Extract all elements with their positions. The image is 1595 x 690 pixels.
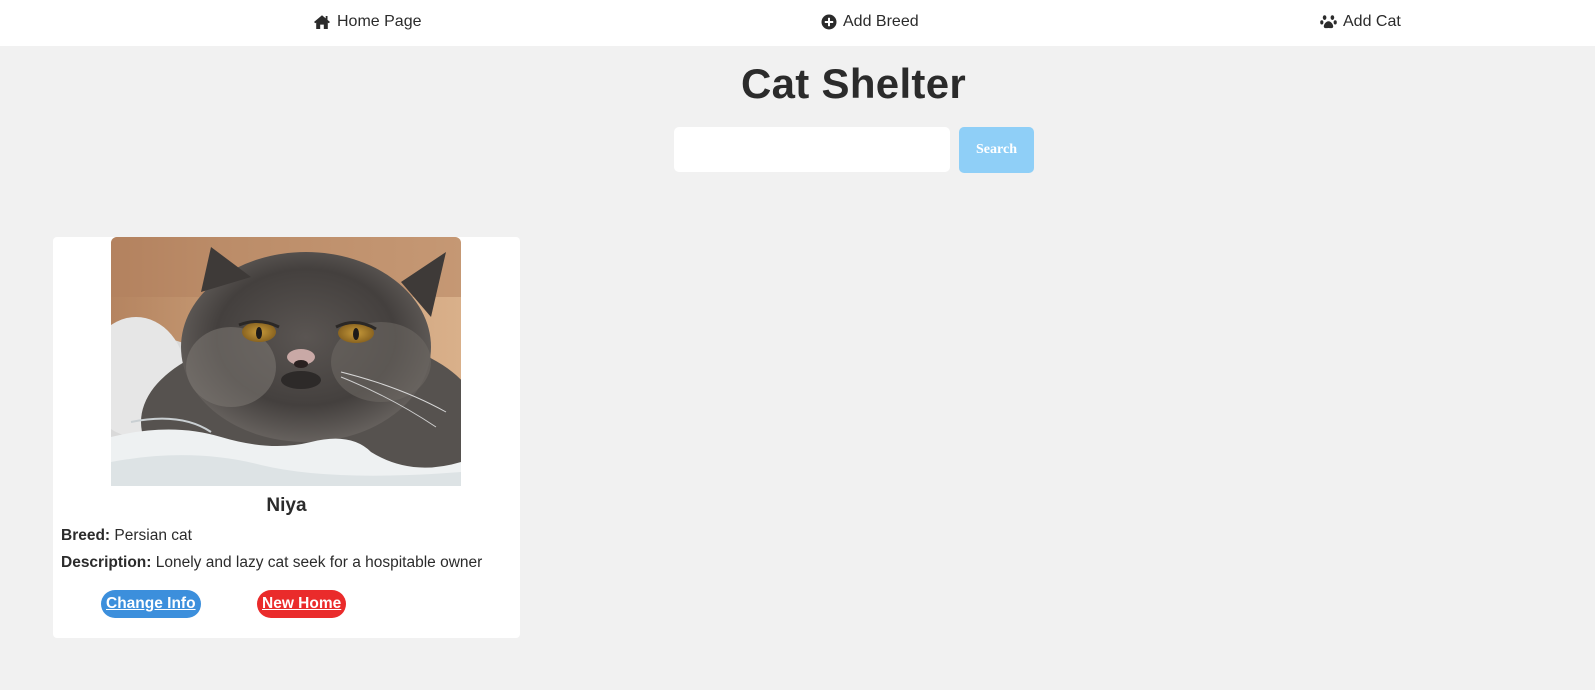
breed-label: Breed:: [61, 527, 111, 544]
cat-name: Niya: [266, 495, 307, 516]
cat-photo: [111, 237, 461, 486]
cat-description-line: Description: Lonely and lazy cat seek fo…: [61, 554, 482, 572]
page-title: Cat Shelter: [740, 60, 967, 107]
search-input[interactable]: [674, 127, 950, 172]
plus-circle-icon: [821, 14, 837, 30]
nav-add-breed-link[interactable]: Add Breed: [821, 0, 919, 44]
nav-add-breed-label: Add Breed: [843, 13, 919, 30]
new-home-button[interactable]: New Home: [257, 590, 347, 618]
cat-card: Niya Breed: Persian cat Description: Lon…: [53, 237, 520, 638]
description-label: Description:: [61, 554, 152, 571]
nav-add-cat-link[interactable]: Add Cat: [1320, 0, 1401, 44]
breed-value: Persian cat: [114, 527, 192, 544]
nav-home-link[interactable]: Home Page: [313, 0, 422, 44]
paw-icon: [1320, 14, 1337, 30]
search-button[interactable]: Search: [959, 127, 1034, 173]
change-info-button[interactable]: Change Info: [101, 590, 201, 618]
nav-add-cat-label: Add Cat: [1343, 13, 1401, 30]
description-value: Lonely and lazy cat seek for a hospitabl…: [155, 554, 483, 571]
home-icon: [313, 14, 331, 30]
nav-home-label: Home Page: [337, 13, 422, 30]
top-nav: Home Page Add Breed Add Cat: [0, 0, 1595, 46]
cat-breed-line: Breed: Persian cat: [61, 527, 192, 545]
